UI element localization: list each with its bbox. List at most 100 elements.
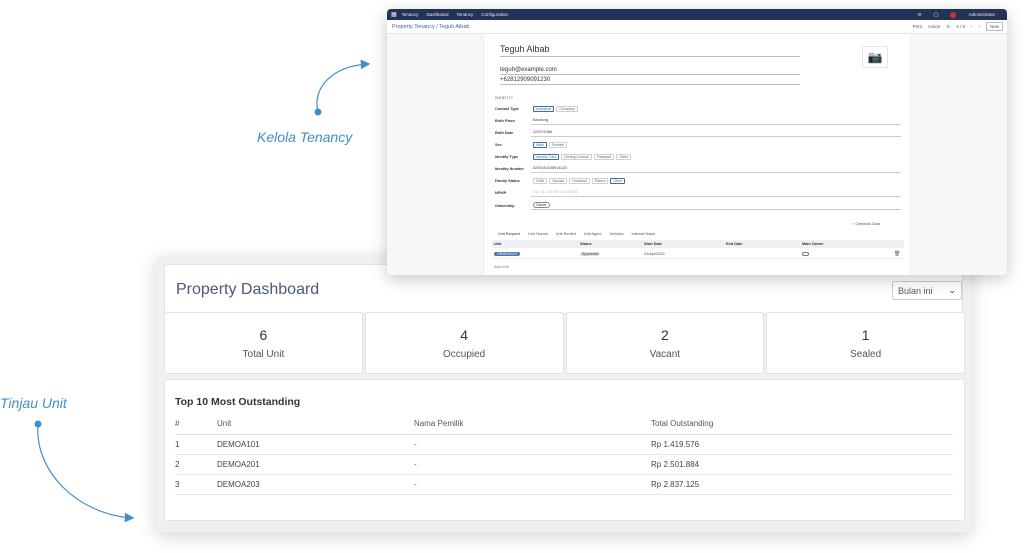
ownership-row: Ownership Owner xyxy=(495,200,901,211)
grid-icon[interactable]: ▦ xyxy=(391,11,397,18)
tab-unit-agent[interactable]: Unit Agent xyxy=(584,232,602,236)
table-row[interactable]: 3 DEMOA203 - Rp 2.837.125 xyxy=(175,474,953,495)
navbar-app-name[interactable]: Tenancy xyxy=(402,12,419,17)
stat-label: Total Unit xyxy=(242,349,285,360)
tab-vehicles[interactable]: Vehicles xyxy=(609,232,623,236)
option-individual[interactable]: Individual xyxy=(533,105,555,112)
stat-card-vacant[interactable]: 2 Vacant xyxy=(565,312,765,374)
phone-field[interactable]: +62812909091230 xyxy=(500,77,800,85)
tab-unit-owned[interactable]: Unit Owned xyxy=(528,232,548,236)
avatar[interactable] xyxy=(950,11,957,18)
refresh-icon[interactable]: ↻ xyxy=(946,24,950,30)
navbar-item-dashboard[interactable]: Dashboard xyxy=(426,12,448,17)
cell-total: Rp 1.419.576 xyxy=(651,434,953,455)
cell-no: 1 xyxy=(175,434,217,455)
print-button[interactable]: Print xyxy=(913,24,922,29)
chat-icon[interactable]: ✉ xyxy=(918,12,922,18)
option-other[interactable]: Other xyxy=(610,177,626,184)
identity-type-options: Identity Card Driving License Passport O… xyxy=(531,153,901,161)
option-husband[interactable]: Husband xyxy=(569,177,590,184)
ownership-tag[interactable]: Owner xyxy=(533,202,550,208)
field-label: Birth Place xyxy=(495,118,515,123)
stat-label: Sealed xyxy=(850,349,882,360)
option-spouse[interactable]: Spouse xyxy=(549,177,568,184)
cell-total: Rp 2.501.884 xyxy=(651,454,953,475)
stat-value: 2 xyxy=(660,327,669,343)
table-row[interactable]: 2 DEMOA201 - Rp 2.501.884 xyxy=(175,454,953,475)
stat-label: Vacant xyxy=(649,349,681,360)
user-name[interactable]: Administrator xyxy=(968,12,995,17)
stat-card-total-unit[interactable]: 6 Total Unit xyxy=(164,312,363,374)
navbar-item-configuration[interactable]: Configuration xyxy=(481,12,508,17)
field-label: Contact Type xyxy=(495,106,519,111)
column-header-owner: Nama Pemilik xyxy=(414,414,651,435)
stat-card-sealed[interactable]: 1 Sealed xyxy=(766,312,965,374)
add-unit-link[interactable]: Add Unit xyxy=(494,265,509,269)
outstanding-panel: Top 10 Most Outstanding # Unit Nama Pemi… xyxy=(164,379,965,521)
cell-no: 2 xyxy=(175,454,217,475)
ownership-field[interactable]: Owner xyxy=(531,202,901,210)
tab-unit-request[interactable]: Unit Request xyxy=(498,232,520,236)
breadcrumb[interactable]: Property Tenancy / Teguh Albab xyxy=(392,24,469,30)
cell-unit: DEMOA203 xyxy=(217,474,414,495)
contact-name-field[interactable]: Teguh Albab xyxy=(500,44,800,57)
tenancy-arrow-dot xyxy=(314,108,322,116)
unit-arrow xyxy=(37,423,135,523)
stat-card-occupied[interactable]: 4 Occupied xyxy=(364,312,564,374)
birth-place-row: Birth Place Bandung xyxy=(495,115,901,126)
camera-icon[interactable]: 📷 xyxy=(862,46,888,68)
table-row[interactable]: DEMOA101 Approved 01/Apr/2022 🗑 xyxy=(492,249,904,259)
identity-number-field[interactable]: 3209182038914023 xyxy=(531,165,901,173)
option-other[interactable]: Other xyxy=(616,153,632,160)
checkbox-icon[interactable]: ○ xyxy=(852,221,854,226)
main-owner-toggle[interactable] xyxy=(802,251,809,256)
optional-data-toggle[interactable]: ○ Optional Data xyxy=(852,221,880,226)
field-label: NPWP xyxy=(495,190,507,195)
birth-date-row: Birth Date 22/02/1988 xyxy=(495,127,901,138)
optional-data-label: Optional Data xyxy=(855,221,881,226)
cell-unit: DEMOA101 xyxy=(217,434,414,455)
unit-arrow-dot xyxy=(34,420,42,428)
column-header-total: Total Outstanding xyxy=(651,414,953,435)
tab-unit-rented[interactable]: Unit Rented xyxy=(556,232,576,236)
option-company[interactable]: Company xyxy=(556,105,578,112)
column-header-unit[interactable]: Unit xyxy=(494,242,501,246)
option-identity-card[interactable]: Identity Card xyxy=(533,153,560,160)
email-field[interactable]: teguh@example.com xyxy=(500,67,800,75)
column-header-status[interactable]: Status xyxy=(580,242,592,246)
stat-label: Occupied xyxy=(443,349,486,360)
action-button[interactable]: Action xyxy=(928,24,941,29)
option-male[interactable]: Male xyxy=(533,141,547,148)
cell-owner: - xyxy=(414,434,651,455)
navbar-item-tenancy[interactable]: Tenancy xyxy=(456,12,473,17)
column-header-main-owner[interactable]: Main Owner xyxy=(802,242,824,246)
new-button[interactable]: New xyxy=(985,22,1003,31)
clock-icon[interactable]: ◯ xyxy=(933,12,938,18)
column-header-end-date[interactable]: End Date xyxy=(726,242,742,246)
table-row[interactable]: 1 DEMOA101 - Rp 1.419.576 xyxy=(175,434,953,455)
column-header-start-date[interactable]: Start Date xyxy=(644,242,662,246)
outstanding-title: Top 10 Most Outstanding xyxy=(175,396,301,408)
chevron-left-icon[interactable]: ‹ xyxy=(971,24,973,29)
birth-place-field[interactable]: Bandung xyxy=(531,117,901,125)
trash-icon[interactable]: 🗑 xyxy=(894,251,900,257)
field-label: Sex xyxy=(495,142,502,147)
birth-date-field[interactable]: 22/02/1988 xyxy=(531,129,901,137)
option-female[interactable]: Female xyxy=(548,141,567,148)
top-navbar: ▦ Tenancy Dashboard Tenancy Configuratio… xyxy=(387,9,1007,20)
period-select[interactable]: Bulan ini ⌄ xyxy=(892,281,962,300)
option-parent[interactable]: Parent xyxy=(591,177,609,184)
status-badge: Approved xyxy=(580,251,601,256)
npwp-field[interactable]: e.g. 01.234.567.8-012.345 xyxy=(531,189,901,197)
option-passport[interactable]: Passport xyxy=(593,153,615,160)
annotation-tinjau-unit: Tinjau Unit xyxy=(0,395,67,411)
option-driving-license[interactable]: Driving License xyxy=(561,153,592,160)
chevron-right-icon[interactable]: › xyxy=(978,24,980,29)
field-label: Identity Type xyxy=(495,154,519,159)
tab-internal-notes[interactable]: Internal Notes xyxy=(632,232,656,236)
table-header-row: # Unit Nama Pemilik Total Outstanding xyxy=(175,414,953,435)
annotation-kelola-tenancy: Kelola Tenancy xyxy=(257,129,353,145)
dashboard-title: Property Dashboard xyxy=(176,281,320,298)
field-label: Family Status xyxy=(495,178,520,183)
option-child[interactable]: Child xyxy=(533,177,548,184)
